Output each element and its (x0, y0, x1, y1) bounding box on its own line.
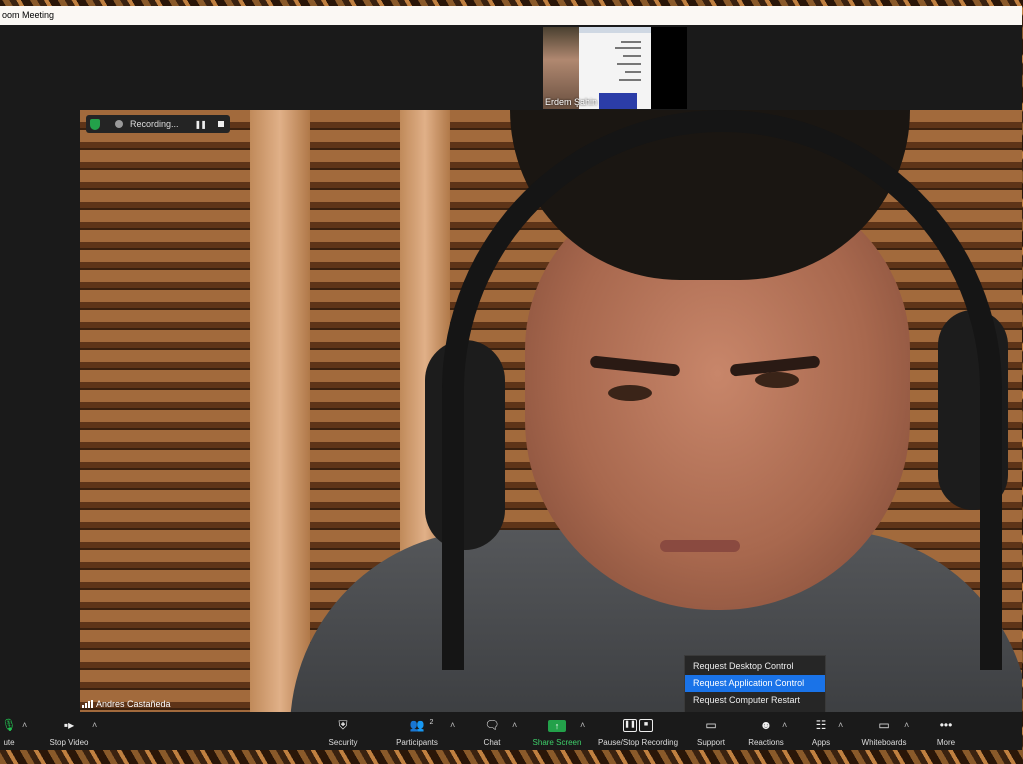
security-label: Security (328, 738, 358, 747)
chat-label: Chat (483, 738, 501, 747)
pause-stop-recording-label: Pause/Stop Recording (597, 738, 679, 747)
recording-label: Recording... (130, 119, 179, 129)
mute-options-chevron-icon[interactable]: ˄ (22, 720, 27, 730)
menu-item-request-desktop-control[interactable]: Request Desktop Control (685, 658, 825, 675)
whiteboards-button[interactable]: ▭ Whiteboards (856, 712, 912, 750)
security-shield-icon (90, 118, 100, 130)
reactions-options-chevron-icon[interactable]: ˄ (782, 720, 787, 730)
apps-grid-icon: ☷ (815, 718, 827, 732)
microphone-icon: 🎙 (1, 718, 17, 732)
window-title: oom Meeting (2, 10, 55, 20)
video-options-chevron-icon[interactable]: ˄ (92, 720, 97, 730)
reactions-button[interactable]: ☻ Reactions (744, 712, 788, 750)
share-screen-icon: ↑ (548, 718, 566, 733)
mute-label: ute (3, 738, 15, 747)
meeting-toolbar: 🎙 ute ˄ ▪▸ Stop Video ˄ ⛨ Security 👥 2 Pa… (0, 712, 1022, 750)
meeting-stage: Erdem Şahin Recording... ❚❚ Andres Casta… (0, 25, 1022, 712)
stop-video-button[interactable]: ▪▸ Stop Video (42, 712, 96, 750)
menu-item-request-computer-restart[interactable]: Request Computer Restart (685, 692, 825, 709)
smiley-plus-icon: ☻ (759, 718, 773, 732)
speaker-name-label: Andres Castañeda (82, 699, 171, 709)
signal-strength-icon (82, 700, 93, 708)
whiteboards-label: Whiteboards (861, 738, 907, 747)
pause-stop-recording-button[interactable]: ❚❚ ■ Pause/Stop Recording (596, 712, 680, 750)
recording-indicator: Recording... ❚❚ (86, 115, 230, 133)
active-speaker-video[interactable]: Recording... ❚❚ Andres Castañeda (80, 110, 1022, 712)
participants-label: Participants (396, 738, 438, 747)
reactions-label: Reactions (748, 738, 784, 747)
speaker-name: Andres Castañeda (96, 699, 171, 709)
whiteboard-icon: ▭ (878, 718, 890, 732)
support-screen-icon: ▭ (705, 718, 717, 732)
participant-thumbnail[interactable]: Erdem Şahin (543, 27, 687, 109)
apps-options-chevron-icon[interactable]: ˄ (838, 720, 843, 730)
shield-icon: ⛨ (338, 718, 348, 732)
support-button[interactable]: ▭ Support (692, 712, 730, 750)
headphone-band (442, 110, 1002, 670)
speaker-mouth (660, 540, 740, 552)
pause-recording-icon[interactable]: ❚❚ (195, 120, 207, 129)
support-label: Support (696, 738, 726, 747)
recording-dot-icon (115, 120, 123, 128)
share-screen-button[interactable]: ↑ Share Screen (530, 712, 584, 750)
menu-item-request-application-control[interactable]: Request Application Control (685, 675, 825, 692)
pause-stop-recording-icon: ❚❚ ■ (622, 718, 654, 733)
whiteboards-options-chevron-icon[interactable]: ˄ (904, 720, 909, 730)
zoom-meeting-window: oom Meeting Erdem Şahin Recording... ❚❚ … (0, 6, 1022, 750)
chat-bubble-icon: 🗨 (484, 718, 500, 732)
participants-icon: 👥 2 (410, 718, 434, 733)
security-button[interactable]: ⛨ Security (323, 712, 363, 750)
share-screen-label: Share Screen (532, 738, 582, 747)
mute-button[interactable]: 🎙 ute (0, 712, 22, 750)
chat-options-chevron-icon[interactable]: ˄ (512, 720, 517, 730)
apps-label: Apps (811, 738, 831, 747)
stop-video-label: Stop Video (49, 738, 89, 747)
thumbnail-participant-name: Erdem Şahin (545, 97, 598, 107)
video-camera-icon: ▪▸ (63, 718, 75, 732)
background-frame (250, 110, 310, 712)
chat-button[interactable]: 🗨 Chat (476, 712, 508, 750)
apps-button[interactable]: ☷ Apps (806, 712, 836, 750)
support-context-menu: Request Desktop Control Request Applicat… (684, 655, 826, 715)
participants-count: 2 (429, 719, 434, 726)
more-dots-icon: ••• (939, 718, 953, 732)
window-titlebar: oom Meeting (0, 6, 1022, 25)
stop-recording-icon[interactable] (217, 121, 224, 127)
more-label: More (936, 738, 956, 747)
participants-options-chevron-icon[interactable]: ˄ (450, 720, 455, 730)
participants-button[interactable]: 👥 2 Participants (390, 712, 444, 750)
more-button[interactable]: ••• More (930, 712, 962, 750)
share-options-chevron-icon[interactable]: ˄ (580, 720, 585, 730)
background-shutter-left (80, 110, 250, 712)
